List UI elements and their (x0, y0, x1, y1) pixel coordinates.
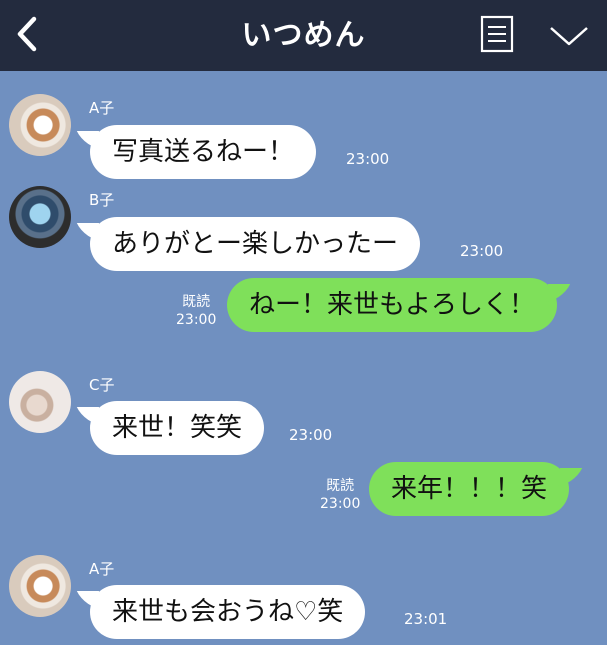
avatar[interactable] (9, 186, 71, 248)
message-time: 23:00 (460, 242, 504, 260)
chevron-down-icon[interactable] (548, 20, 590, 50)
avatar[interactable] (9, 555, 71, 617)
message-time: 23:00 (320, 496, 361, 512)
message-time: 23:01 (404, 610, 448, 628)
message-bubble[interactable]: 写真送るねー！ (90, 125, 317, 179)
message-bubble[interactable]: ありがとー楽しかったー (90, 217, 421, 271)
sender-name: B子 (89, 191, 115, 209)
chat-header: いつめん (0, 0, 607, 71)
message-time: 23:00 (289, 426, 333, 444)
message-bubble[interactable]: ねー！来世もよろしく！ (227, 278, 558, 332)
message-bubble[interactable]: 来世！笑笑 (90, 401, 265, 455)
read-label: 既読 (326, 478, 355, 494)
avatar[interactable] (9, 371, 71, 433)
chat-title: いつめん (241, 18, 366, 53)
message-time: 23:00 (176, 312, 217, 328)
read-receipt: 既読 23:00 (320, 477, 360, 513)
message-bubble[interactable]: 来世も会おうね♡笑 (90, 585, 366, 639)
sender-name: A子 (89, 560, 115, 578)
read-receipt: 既読 23:00 (176, 293, 216, 329)
sender-name: C子 (89, 376, 115, 394)
read-label: 既読 (182, 294, 211, 310)
avatar[interactable] (9, 94, 71, 156)
sender-name: A子 (89, 99, 115, 117)
list-icon[interactable] (479, 14, 515, 54)
message-bubble[interactable]: 来年！！！笑 (369, 462, 570, 516)
message-time: 23:00 (346, 150, 390, 168)
